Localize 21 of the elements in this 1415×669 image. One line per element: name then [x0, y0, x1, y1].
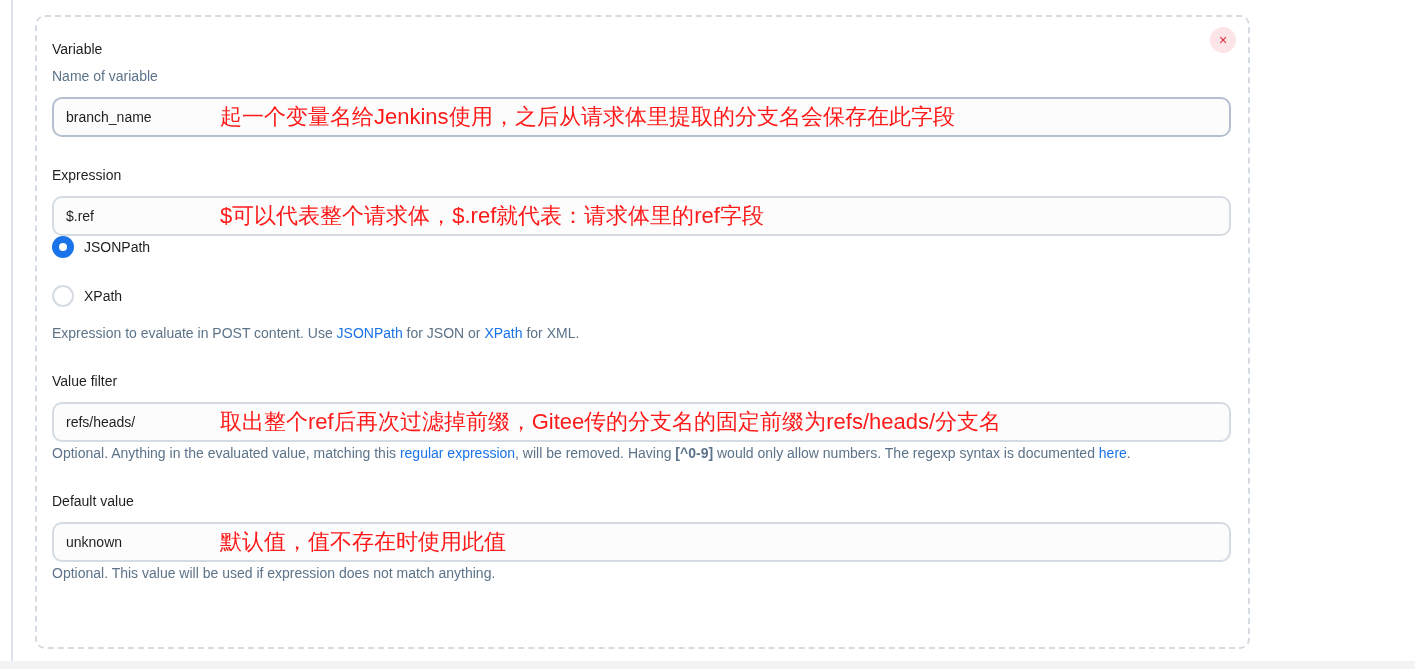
annotation-text: $可以代表整个请求体，$.ref就代表：请求体里的ref字段	[220, 202, 764, 230]
radio-label: JSONPath	[84, 237, 151, 257]
radio-button[interactable]	[52, 285, 74, 307]
field-label: Default value	[52, 492, 134, 511]
radio-button[interactable]	[52, 236, 74, 258]
help-link[interactable]: regular expression	[399, 445, 516, 461]
field-label: Value filter	[52, 372, 118, 391]
radio-label: XPath	[84, 286, 123, 306]
help-text: Optional. Anything in the evaluated value, matching this regular expression, will be removed. Having [^0-9] would only allow numbers. The regexp syntax is documented here.	[52, 444, 1131, 463]
annotation-text: 取出整个ref后再次过滤掉前缀，Gitee传的分支名的固定前缀为refs/heads/分支名	[220, 408, 1002, 436]
field-label: Variable	[52, 40, 103, 59]
help-text: Expression to evaluate in POST content. Use JSONPath for JSON or XPath for XML.	[52, 324, 580, 343]
annotation-text: 起一个变量名给Jenkins使用，之后从请求体里提取的分支名会保存在此字段	[220, 103, 955, 131]
help-link[interactable]: JSONPath	[336, 325, 403, 341]
close-button[interactable]: ×	[1210, 27, 1236, 53]
help-link[interactable]: XPath	[484, 325, 523, 341]
field-description: Name of variable	[52, 67, 158, 86]
help-text: Optional. This value will be used if expression does not match anything.	[52, 564, 496, 583]
field-label: Expression	[52, 166, 122, 185]
annotation-text: 默认值，值不存在时使用此值	[220, 528, 506, 556]
help-link[interactable]: here	[1098, 445, 1127, 461]
